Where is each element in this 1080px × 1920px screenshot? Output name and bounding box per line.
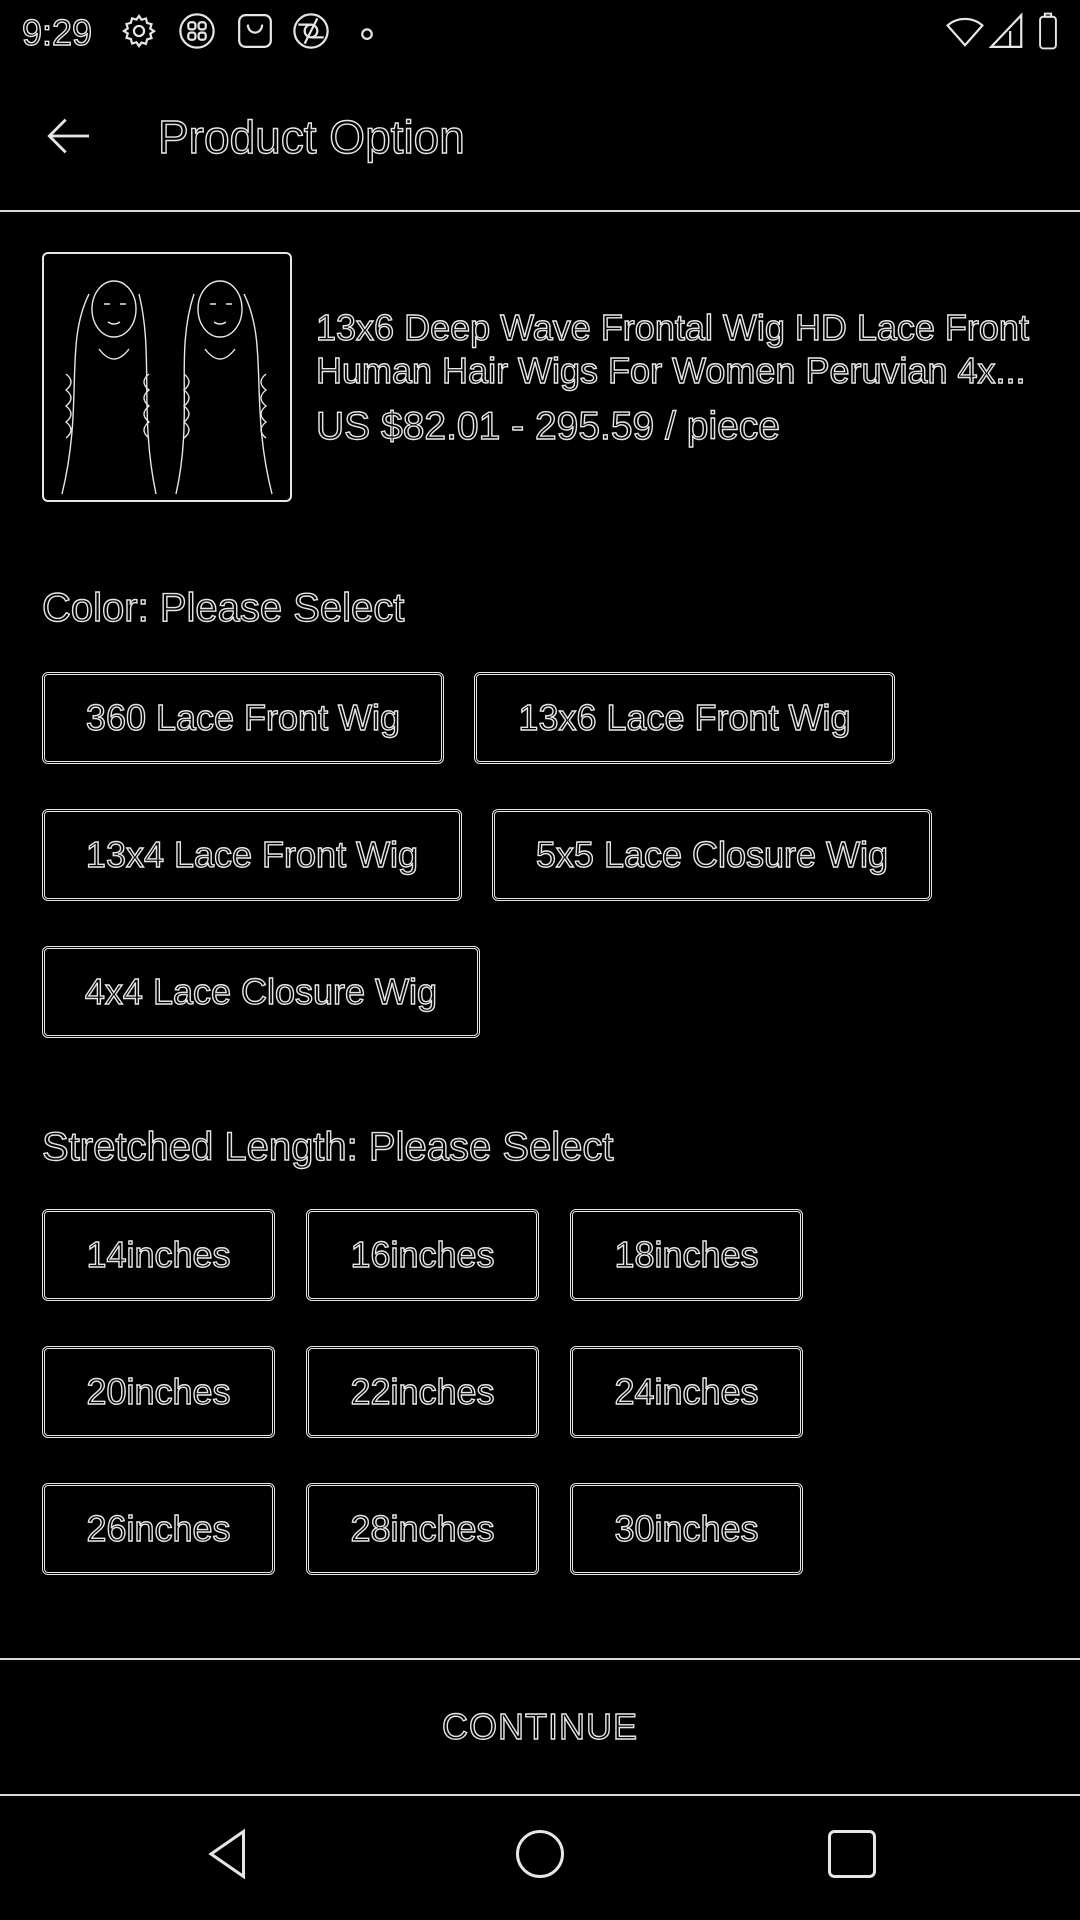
status-bar: 9:29 [0,0,1080,64]
aperture-icon [293,13,329,49]
length-option[interactable]: 30inches [570,1483,803,1575]
length-option[interactable]: 28inches [306,1483,539,1575]
color-option[interactable]: 13x6 Lace Front Wig [474,672,895,764]
continue-button[interactable]: CONTINUE [0,1660,1080,1794]
product-image-sketch [61,280,273,495]
length-option[interactable]: 18inches [570,1209,803,1301]
continue-bar: CONTINUE [0,1658,1080,1796]
toolbar: Product Option [0,64,1080,212]
navigation-bar [0,1794,1080,1920]
product-price: US $82.01 - 295.59 / piece [315,404,780,448]
length-option[interactable]: 22inches [306,1346,539,1438]
color-option[interactable]: 4x4 Lace Closure Wig [42,946,480,1038]
nav-home-icon[interactable] [510,1824,570,1884]
length-label: Stretched Length: Please Select [41,1124,614,1169]
length-option[interactable]: 14inches [42,1209,275,1301]
gear-icon [121,13,157,48]
length-option[interactable]: 26inches [42,1483,275,1575]
color-option[interactable]: 5x5 Lace Closure Wig [492,809,932,901]
color-label: Color: Please Select [41,585,405,630]
product-name-line1: 13x6 Deep Wave Frontal Wig HD Lace Front [316,306,1030,348]
app-grid-icon [179,13,215,49]
dot-icon [361,28,373,41]
wifi-icon [946,17,984,47]
product-name-line2: Human Hair Wigs For Women Peruvian 4x... [316,349,1026,391]
product-name: 13x6 Deep Wave Frontal Wig HD Lace Front… [316,306,1036,392]
product-thumbnail [42,252,292,502]
length-option[interactable]: 20inches [42,1346,275,1438]
color-option[interactable]: 360 Lace Front Wig [42,672,444,764]
signal-icon [988,12,1023,48]
back-arrow-icon[interactable] [40,108,96,164]
status-time: 9:29 [21,11,93,53]
length-option[interactable]: 16inches [306,1209,539,1301]
length-option[interactable]: 24inches [570,1346,803,1438]
shopping-bag-icon [238,14,272,48]
nav-recents-icon[interactable] [822,1824,882,1884]
battery-icon [1039,12,1057,50]
color-option[interactable]: 13x4 Lace Front Wig [42,809,462,901]
nav-back-icon[interactable] [196,1824,256,1884]
page-title: Product Option [157,110,465,163]
